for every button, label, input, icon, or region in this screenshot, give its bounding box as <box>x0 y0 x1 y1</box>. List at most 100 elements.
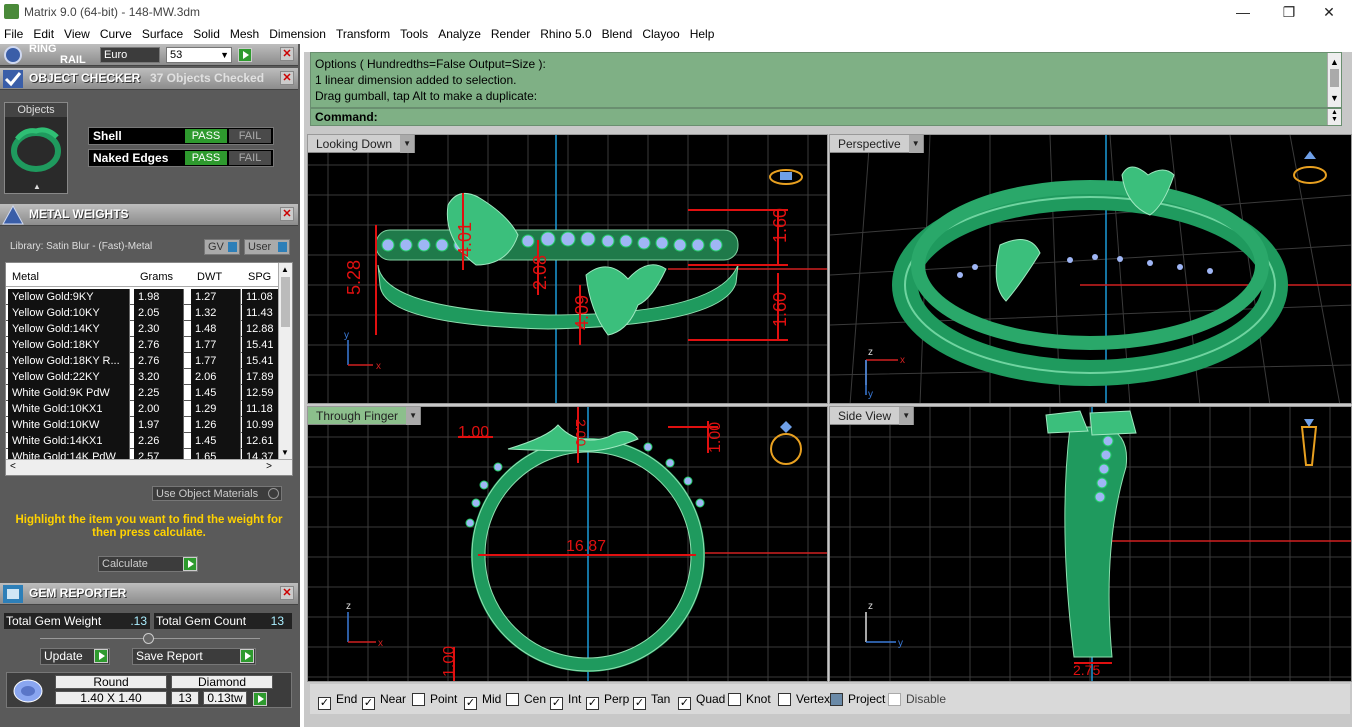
osnap-int[interactable]: ✓ Int <box>550 692 581 710</box>
osnap-vertex[interactable]: Vertex <box>778 692 830 708</box>
viewport-side-view[interactable]: 2.75 z y Side View ▼ <box>829 406 1352 682</box>
viewport-perspective[interactable]: z x y Perspective ▼ <box>829 134 1352 404</box>
expand-up-icon[interactable]: ▲ <box>33 182 41 191</box>
menu-render[interactable]: Render <box>486 24 535 44</box>
object-checker-close-button[interactable]: ✕ <box>280 71 294 85</box>
save-report-go-icon[interactable] <box>240 649 254 663</box>
osnap-cen[interactable]: Cen <box>506 692 546 708</box>
checkbox-icon[interactable]: ✓ <box>586 697 599 710</box>
scroll-up-icon[interactable]: ▲ <box>1330 54 1339 70</box>
checkbox-icon[interactable] <box>412 693 425 706</box>
scroll-thumb[interactable] <box>1330 69 1339 87</box>
osnap-mid[interactable]: ✓ Mid <box>464 692 501 710</box>
viewport-label-looking-down[interactable]: Looking Down ▼ <box>308 135 416 153</box>
checkbox-icon[interactable]: ✓ <box>464 697 477 710</box>
command-line[interactable]: Command: ▲ ▼ <box>310 108 1342 126</box>
viewport-label-perspective[interactable]: Perspective ▼ <box>830 135 924 153</box>
checkbox-icon[interactable] <box>830 693 843 706</box>
gv-toggle[interactable]: GV <box>204 239 240 255</box>
menu-tools[interactable]: Tools <box>395 24 433 44</box>
command-spinner[interactable]: ▲ ▼ <box>1327 109 1341 125</box>
scroll-left-icon[interactable]: < <box>10 461 16 472</box>
table-row[interactable]: Yellow Gold:18KY 2.76 1.77 15.41 <box>6 337 292 353</box>
chevron-down-icon[interactable]: ▼ <box>899 407 914 425</box>
viewport-through-finger[interactable]: 16.87 1.00 1.00 1.00 2.00 z x Through Fi… <box>307 406 828 682</box>
menu-clayoo[interactable]: Clayoo <box>637 24 684 44</box>
menu-file[interactable]: File <box>0 24 28 44</box>
osnap-knot[interactable]: Knot <box>728 692 771 708</box>
scroll-up-icon[interactable]: ▲ <box>281 265 289 274</box>
menu-edit[interactable]: Edit <box>28 24 59 44</box>
menu-mesh[interactable]: Mesh <box>225 24 264 44</box>
scroll-down-icon[interactable]: ▼ <box>281 448 289 457</box>
menu-transform[interactable]: Transform <box>331 24 395 44</box>
table-row[interactable]: White Gold:10KX1 2.00 1.29 11.18 <box>6 401 292 417</box>
minimize-button[interactable]: — <box>1220 0 1266 24</box>
osnap-perp[interactable]: ✓ Perp <box>586 692 629 710</box>
close-button[interactable]: ✕ <box>1306 0 1352 24</box>
osnap-quad[interactable]: ✓ Quad <box>678 692 725 710</box>
chevron-down-icon[interactable]: ▼ <box>406 407 421 425</box>
viewport-looking-down[interactable]: 5.28 4.01 2.08 4.09 1.60 1.60 y x Lookin… <box>307 134 828 404</box>
table-row[interactable]: White Gold:10KW 1.97 1.26 10.99 <box>6 417 292 433</box>
osnap-near[interactable]: ✓ Near <box>362 692 406 710</box>
menu-help[interactable]: Help <box>685 24 720 44</box>
gem-select-go-icon[interactable] <box>253 692 267 706</box>
table-row[interactable]: Yellow Gold:10KY 2.05 1.32 11.43 <box>6 305 292 321</box>
calculate-go-icon[interactable] <box>183 557 197 571</box>
chevron-down-icon[interactable]: ▼ <box>908 135 923 153</box>
ring-rail-close-button[interactable]: ✕ <box>280 47 294 61</box>
use-object-materials-toggle[interactable]: Use Object Materials <box>152 486 282 501</box>
checkbox-icon[interactable]: ✓ <box>318 697 331 710</box>
history-scrollbar[interactable]: ▲ ▼ <box>1327 53 1341 107</box>
splitter-handle[interactable] <box>143 633 154 644</box>
menu-rhino[interactable]: Rhino 5.0 <box>535 24 596 44</box>
col-metal[interactable]: Metal <box>12 267 39 287</box>
viewport-label-side-view[interactable]: Side View ▼ <box>830 407 915 425</box>
scroll-thumb[interactable] <box>281 277 290 327</box>
table-row[interactable]: Yellow Gold:14KY 2.30 1.48 12.88 <box>6 321 292 337</box>
checkbox-icon[interactable] <box>506 693 519 706</box>
gem-reporter-close-button[interactable]: ✕ <box>280 586 294 600</box>
checkbox-icon[interactable]: ✓ <box>362 697 375 710</box>
osnap-disable[interactable]: Disable <box>888 692 946 708</box>
checkbox-icon[interactable]: ✓ <box>678 697 691 710</box>
osnap-tan[interactable]: ✓ Tan <box>633 692 670 710</box>
table-row[interactable]: Yellow Gold:18KY R... 2.76 1.77 15.41 <box>6 353 292 369</box>
table-row[interactable]: White Gold:14KX1 2.26 1.45 12.61 <box>6 433 292 449</box>
menu-blend[interactable]: Blend <box>597 24 638 44</box>
menu-curve[interactable]: Curve <box>95 24 137 44</box>
chevron-down-icon[interactable]: ▼ <box>400 135 415 153</box>
objects-preview[interactable]: Objects ▲ <box>4 102 68 194</box>
ring-size-select[interactable]: 53 ▼ <box>166 47 232 63</box>
menu-surface[interactable]: Surface <box>137 24 188 44</box>
scroll-down-icon[interactable]: ▼ <box>1330 90 1339 106</box>
osnap-end[interactable]: ✓ End <box>318 692 357 710</box>
checkbox-icon[interactable] <box>728 693 741 706</box>
table-row[interactable]: Yellow Gold:22KY 3.20 2.06 17.89 <box>6 369 292 385</box>
table-vertical-scrollbar[interactable]: ▲ ▼ <box>278 263 292 459</box>
scroll-right-icon[interactable]: > <box>266 461 272 472</box>
checkbox-icon[interactable]: ✓ <box>550 697 563 710</box>
table-row[interactable]: White Gold:9K PdW 2.25 1.45 12.59 <box>6 385 292 401</box>
osnap-project[interactable]: Project <box>830 692 885 708</box>
table-horizontal-scrollbar[interactable]: < > <box>6 459 292 475</box>
user-toggle[interactable]: User <box>244 239 290 255</box>
checkbox-icon[interactable]: ✓ <box>633 697 646 710</box>
ring-sizing-select[interactable]: Euro <box>100 47 160 63</box>
gem-list-item[interactable]: Round Diamond 1.40 X 1.40 13 0.13tw <box>6 672 292 708</box>
viewport-label-through-finger[interactable]: Through Finger ▼ <box>308 407 422 425</box>
menu-analyze[interactable]: Analyze <box>433 24 486 44</box>
ring-apply-button[interactable] <box>238 48 252 62</box>
checkbox-icon[interactable] <box>778 693 791 706</box>
menu-dimension[interactable]: Dimension <box>264 24 331 44</box>
save-report-button[interactable]: Save Report <box>132 648 256 665</box>
menu-solid[interactable]: Solid <box>188 24 225 44</box>
metal-weights-close-button[interactable]: ✕ <box>280 207 294 221</box>
menu-view[interactable]: View <box>59 24 95 44</box>
checkbox-icon[interactable] <box>888 693 901 706</box>
col-dwt[interactable]: DWT <box>197 267 222 287</box>
osnap-point[interactable]: Point <box>412 692 457 708</box>
col-spg[interactable]: SPG <box>248 267 271 287</box>
col-grams[interactable]: Grams <box>140 267 173 287</box>
